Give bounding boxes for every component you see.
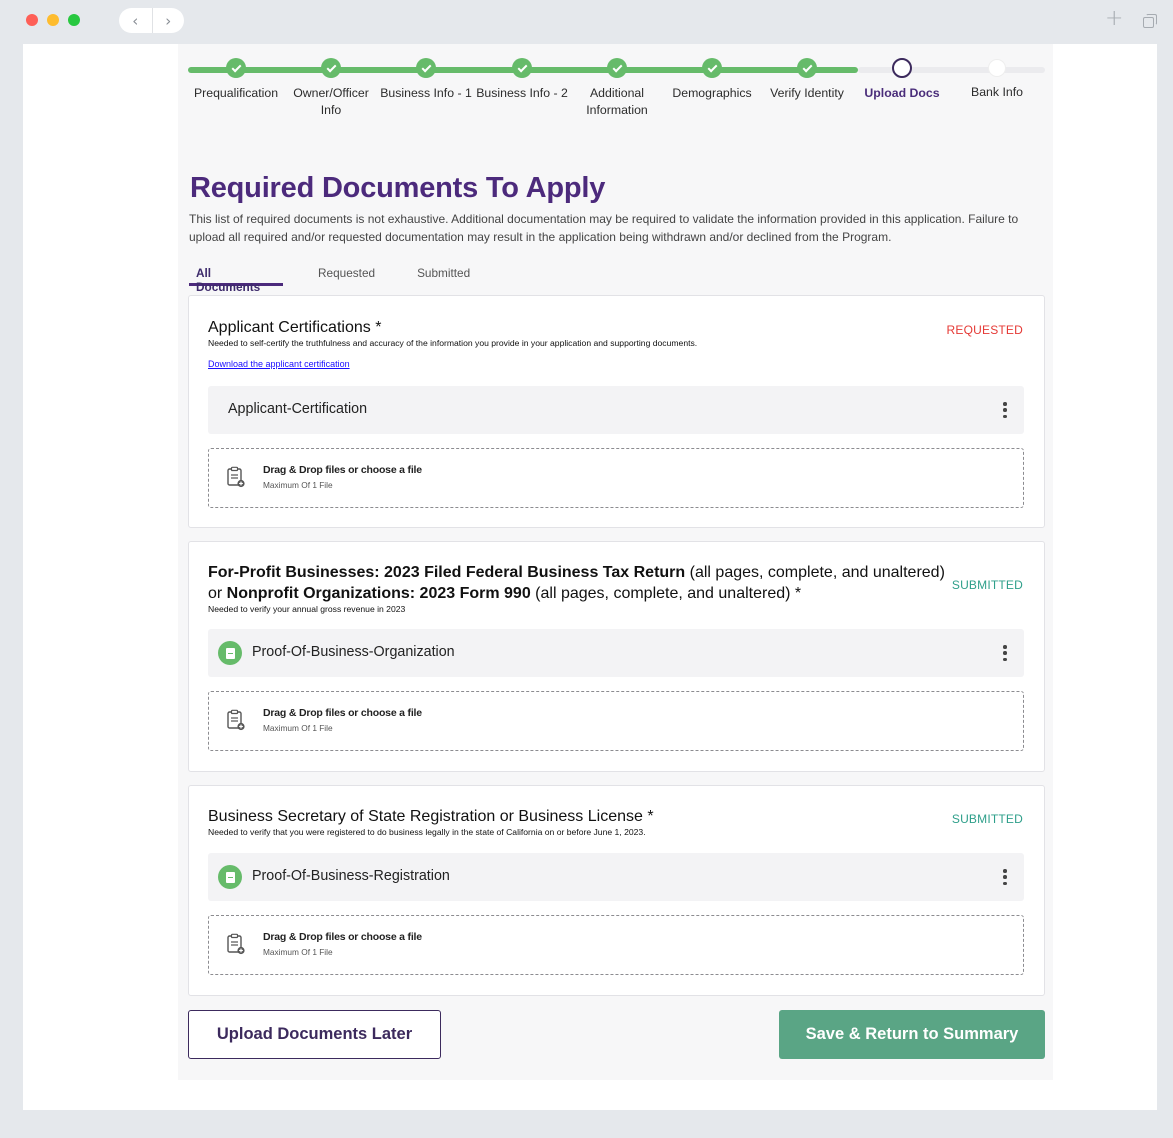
new-tab-icon[interactable]: + — [1105, 6, 1123, 31]
history-nav: ‹ › — [119, 8, 184, 33]
step-upload-docs[interactable]: Upload Docs — [854, 58, 950, 102]
step-additional-information[interactable]: Additional Information — [569, 58, 665, 119]
dropzone-title: Drag & Drop files or choose a file — [263, 464, 422, 476]
check-icon — [797, 58, 817, 78]
check-icon — [607, 58, 627, 78]
main-content: Prequalification Owner/Officer Info Busi… — [178, 44, 1053, 1080]
check-icon — [702, 58, 722, 78]
page-viewport: Prequalification Owner/Officer Info Busi… — [23, 44, 1157, 1110]
page-intro: This list of required documents is not e… — [189, 212, 1019, 244]
tab-all-documents[interactable]: All Documents — [189, 266, 283, 294]
status-badge: REQUESTED — [946, 323, 1023, 337]
file-name: Proof-Of-Business-Registration — [252, 868, 450, 884]
progress-stepper: Prequalification Owner/Officer Info Busi… — [178, 44, 1053, 134]
page-title: Required Documents To Apply — [190, 172, 606, 204]
download-certification-link[interactable]: Download the applicant certification — [208, 359, 350, 369]
card-title: For-Profit Businesses: 2023 Filed Federa… — [208, 564, 945, 602]
status-badge: SUBMITTED — [951, 812, 1023, 826]
close-window-button[interactable] — [26, 14, 38, 26]
step-prequalification[interactable]: Prequalification — [188, 58, 284, 102]
upload-documents-later-button[interactable]: Upload Documents Later — [188, 1010, 441, 1059]
maximize-window-button[interactable] — [68, 14, 80, 26]
step-business-info-2[interactable]: Business Info - 2 — [474, 58, 570, 102]
current-step-icon — [892, 58, 912, 78]
clipboard-add-icon — [227, 933, 245, 955]
step-label: Additional Information — [586, 86, 648, 117]
card-subtitle: Needed to verify your annual gross reven… — [208, 604, 406, 614]
title-bar: ‹ › + — [0, 0, 1173, 44]
card-title: Applicant Certifications * — [208, 319, 382, 336]
dropzone-title: Drag & Drop files or choose a file — [263, 707, 422, 719]
step-demographics[interactable]: Demographics — [664, 58, 760, 102]
more-options-icon[interactable] — [1000, 867, 1010, 887]
file-dropzone[interactable]: Drag & Drop files or choose a file Maxim… — [208, 915, 1024, 975]
check-icon — [512, 58, 532, 78]
browser-window: ‹ › + Prequalification Owner/Officer Inf… — [0, 0, 1173, 1138]
uploaded-file-row: Applicant-Certification — [208, 386, 1024, 434]
document-card-applicant-certifications: Applicant Certifications * Needed to sel… — [188, 295, 1045, 528]
file-dropzone[interactable]: Drag & Drop files or choose a file Maxim… — [208, 448, 1024, 508]
clipboard-add-icon — [227, 709, 245, 731]
file-dropzone[interactable]: Drag & Drop files or choose a file Maxim… — [208, 691, 1024, 751]
more-options-icon[interactable] — [1000, 643, 1010, 663]
step-bank-info[interactable]: Bank Info — [949, 58, 1045, 101]
more-options-icon[interactable] — [1000, 400, 1010, 420]
save-and-return-button[interactable]: Save & Return to Summary — [779, 1010, 1045, 1059]
forward-button[interactable]: › — [151, 8, 185, 33]
check-icon — [226, 58, 246, 78]
tab-submitted[interactable]: Submitted — [410, 266, 477, 286]
document-card-tax-return: For-Profit Businesses: 2023 Filed Federa… — [188, 541, 1045, 772]
step-label: Bank Info — [971, 85, 1023, 99]
pending-step-icon — [988, 59, 1006, 77]
check-icon — [321, 58, 341, 78]
step-label: Upload Docs — [864, 86, 940, 100]
card-subtitle: Needed to self-certify the truthfulness … — [208, 338, 698, 348]
step-label: Demographics — [672, 86, 752, 100]
status-badge: SUBMITTED — [951, 578, 1023, 592]
document-check-icon — [218, 865, 242, 889]
dropzone-title: Drag & Drop files or choose a file — [263, 931, 422, 943]
file-name: Applicant-Certification — [228, 401, 368, 417]
tab-overview-icon[interactable] — [1143, 14, 1157, 28]
uploaded-file-row: Proof-Of-Business-Registration — [208, 853, 1024, 901]
step-label: Business Info - 2 — [476, 86, 568, 100]
step-business-info-1[interactable]: Business Info - 1 — [378, 58, 474, 102]
uploaded-file-row: Proof-Of-Business-Organization — [208, 629, 1024, 677]
dropzone-limit: Maximum Of 1 File — [263, 480, 333, 490]
step-verify-identity[interactable]: Verify Identity — [759, 58, 855, 102]
dropzone-limit: Maximum Of 1 File — [263, 947, 333, 957]
back-button[interactable]: ‹ — [119, 8, 152, 33]
tab-requested[interactable]: Requested — [311, 266, 382, 286]
step-label: Owner/Officer Info — [293, 86, 369, 117]
document-tabs: All Documents Requested Submitted — [189, 266, 477, 294]
file-name: Proof-Of-Business-Organization — [252, 644, 455, 660]
card-title: Business Secretary of State Registration… — [208, 808, 654, 825]
check-icon — [416, 58, 436, 78]
step-owner-officer-info[interactable]: Owner/Officer Info — [283, 58, 379, 119]
minimize-window-button[interactable] — [47, 14, 59, 26]
document-check-icon — [218, 641, 242, 665]
step-label: Verify Identity — [770, 86, 844, 100]
dropzone-limit: Maximum Of 1 File — [263, 723, 333, 733]
step-label: Prequalification — [193, 86, 279, 100]
card-subtitle: Needed to verify that you were registere… — [208, 827, 646, 837]
clipboard-add-icon — [227, 466, 245, 488]
step-label: Business Info - 1 — [380, 86, 472, 100]
document-card-business-registration: Business Secretary of State Registration… — [188, 785, 1045, 996]
